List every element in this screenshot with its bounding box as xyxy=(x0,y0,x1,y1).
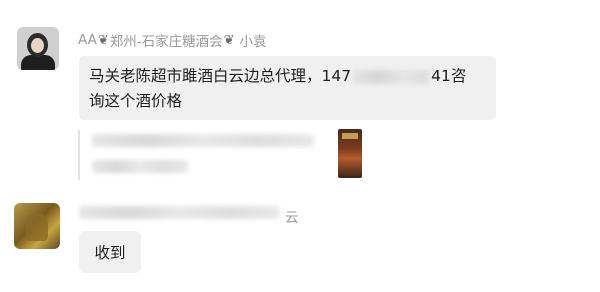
sender-name[interactable]: 云 xyxy=(285,206,299,226)
message-text-line2: 询这个酒价格 xyxy=(89,92,183,110)
redacted-phone xyxy=(353,69,430,84)
thumbnail-label xyxy=(342,133,358,139)
sender-name[interactable]: AA ❦ 郑州-石家庄糖酒会 ❦ 小袁 xyxy=(78,30,267,50)
heart-icon: ❦ xyxy=(223,32,235,48)
quote-image-thumbnail[interactable] xyxy=(338,129,362,178)
avatar[interactable] xyxy=(14,203,60,249)
quote-blurred-text xyxy=(92,134,314,147)
avatar-face xyxy=(31,38,44,53)
avatar-figure xyxy=(21,55,55,70)
message-text: 收到 xyxy=(94,244,126,262)
sender-name-blurred xyxy=(79,206,279,219)
sender-group: 郑州-石家庄糖酒会 xyxy=(109,34,223,50)
message-text-tail: 41咨 xyxy=(431,67,467,85)
message-text: 马关老陈超市雎酒白云边总代理，147 xyxy=(89,67,352,85)
message-bubble[interactable]: 收到 xyxy=(79,231,141,273)
heart-icon: ❦ xyxy=(97,32,109,48)
quote-bar xyxy=(78,130,80,180)
quote-blurred-text xyxy=(92,160,188,173)
sender-nickname: 小袁 xyxy=(239,34,267,50)
sender-prefix: AA xyxy=(78,32,97,48)
avatar[interactable] xyxy=(17,27,59,70)
message-bubble[interactable]: 马关老陈超市雎酒白云边总代理，147 41咨 询这个酒价格 xyxy=(79,56,496,120)
avatar-blurred-image xyxy=(26,213,48,241)
sender-name-suffix: 云 xyxy=(285,210,299,226)
